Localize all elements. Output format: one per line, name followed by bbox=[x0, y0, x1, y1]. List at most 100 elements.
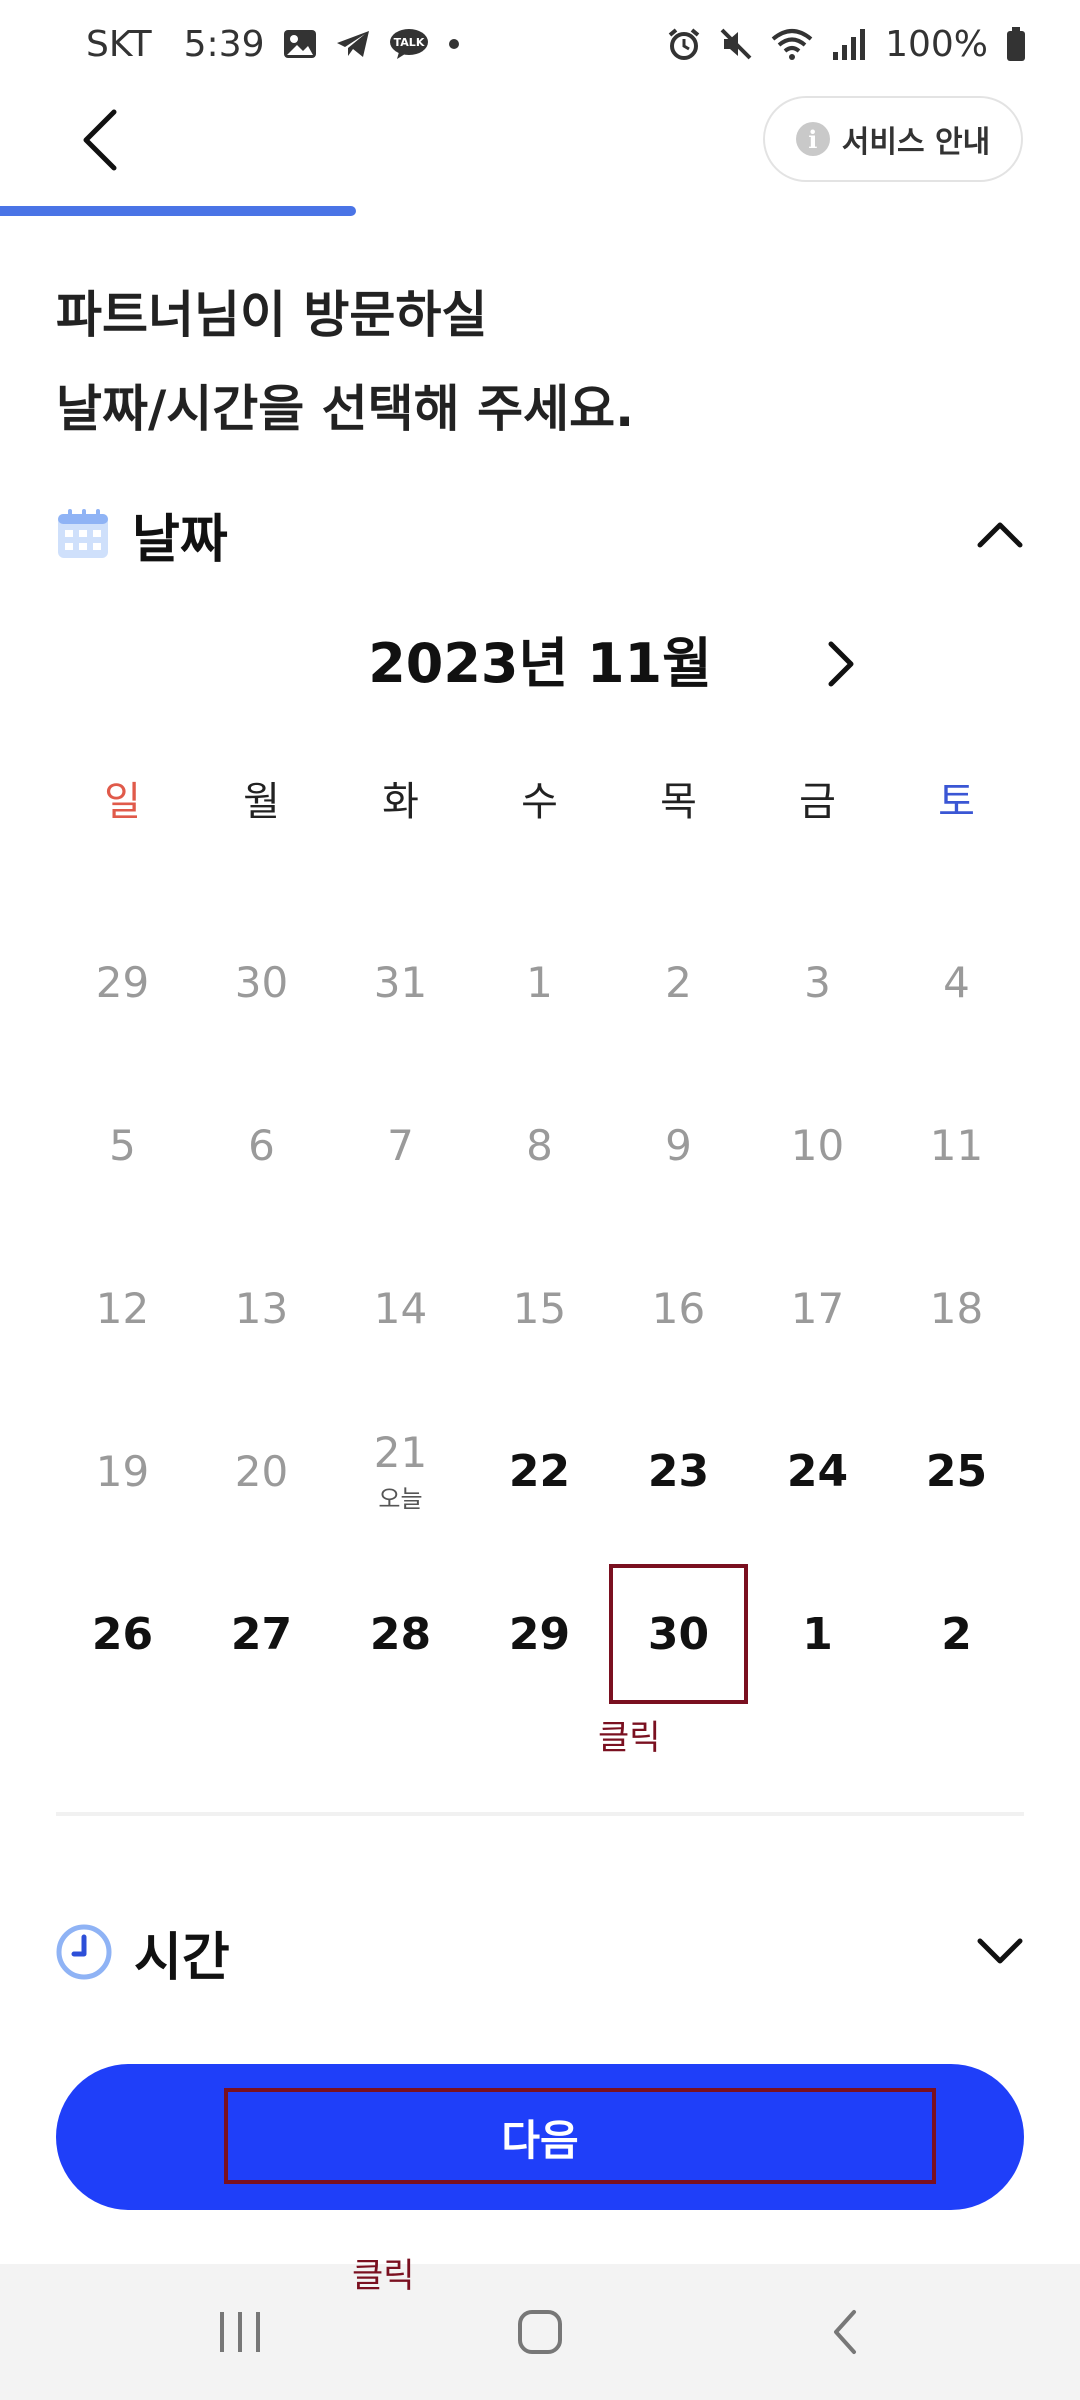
calendar-day-number: 1 bbox=[802, 1608, 833, 1660]
carrier-label: SKT bbox=[86, 23, 152, 65]
calendar-day-number: 4 bbox=[943, 957, 970, 1007]
weekday-label: 토 bbox=[938, 779, 975, 825]
service-info-button[interactable]: i 서비스 안내 bbox=[763, 96, 1023, 182]
recent-apps-button[interactable] bbox=[190, 2292, 290, 2372]
calendar-day[interactable]: 25 bbox=[887, 1401, 1026, 1541]
status-bar: SKT 5:39 TALK 100% bbox=[0, 0, 1080, 88]
calendar-day-number: 23 bbox=[647, 1445, 710, 1497]
calendar-icon bbox=[58, 509, 108, 558]
calendar-day: 17 bbox=[748, 1238, 887, 1378]
calendar-day-number: 11 bbox=[929, 1120, 984, 1170]
calendar-day: 21 오늘 bbox=[331, 1401, 470, 1541]
calendar-day[interactable]: 26 bbox=[53, 1564, 192, 1704]
calendar-day-number: 26 bbox=[91, 1608, 154, 1660]
calendar-day[interactable]: 28 bbox=[331, 1564, 470, 1704]
calendar-day[interactable]: 27 bbox=[192, 1564, 331, 1704]
calendar-day-number: 6 bbox=[248, 1120, 275, 1170]
progress-fill bbox=[0, 206, 356, 216]
calendar-day-number: 14 bbox=[373, 1283, 428, 1333]
calendar-day-number: 17 bbox=[790, 1283, 845, 1333]
calendar-day: 7 bbox=[331, 1075, 470, 1215]
calendar-day: 11 bbox=[887, 1075, 1026, 1215]
service-info-label: 서비스 안내 bbox=[841, 125, 991, 160]
calendar-day-selected[interactable]: 30 bbox=[609, 1564, 748, 1704]
kakaotalk-icon: TALK bbox=[389, 28, 429, 60]
weekday-label: 목 bbox=[660, 779, 697, 825]
calendar-day-number: 29 bbox=[95, 957, 150, 1007]
calendar-day-number: 3 bbox=[804, 957, 831, 1007]
back-button[interactable] bbox=[60, 100, 140, 180]
calendar-day-number: 18 bbox=[929, 1283, 984, 1333]
progress-bar bbox=[0, 206, 1080, 216]
calendar-day-number: 10 bbox=[790, 1120, 845, 1170]
signal-icon bbox=[831, 28, 867, 60]
calendar-day-number: 22 bbox=[508, 1445, 571, 1497]
status-right: 100% bbox=[667, 24, 1026, 65]
calendar-day[interactable]: 29 bbox=[470, 1564, 609, 1704]
calendar-day[interactable]: 24 bbox=[748, 1401, 887, 1541]
system-back-button[interactable] bbox=[795, 2292, 895, 2372]
next-button-label: 다음 bbox=[501, 2115, 579, 2165]
home-icon bbox=[518, 2310, 562, 2354]
calendar-day-number: 16 bbox=[651, 1283, 706, 1333]
calendar-day-number: 21 bbox=[373, 1428, 428, 1477]
calendar-day: 8 bbox=[470, 1075, 609, 1215]
calendar-day-number: 30 bbox=[647, 1608, 710, 1660]
time-section-header[interactable]: 시간 bbox=[56, 1912, 1024, 1992]
calendar-day[interactable]: 22 bbox=[470, 1401, 609, 1541]
calendar-day: 12 bbox=[53, 1238, 192, 1378]
battery-icon bbox=[1006, 27, 1026, 61]
calendar-day-number: 27 bbox=[230, 1608, 293, 1660]
status-left: SKT 5:39 TALK bbox=[86, 24, 461, 65]
date-section-header[interactable]: 날짜 bbox=[56, 494, 1024, 574]
calendar-day: 30 bbox=[192, 912, 331, 1052]
month-navigation: 2023년 11월 bbox=[0, 624, 1080, 704]
next-click-annotation: 클릭 bbox=[352, 2256, 415, 2296]
calendar-day-number: 28 bbox=[369, 1608, 432, 1660]
date-section-label: 날짜 bbox=[132, 509, 228, 570]
calendar-day: 4 bbox=[887, 912, 1026, 1052]
chevron-right-icon bbox=[828, 641, 854, 687]
screen: SKT 5:39 TALK 100% i 서비스 안내 파트너님이 방문하실 날… bbox=[0, 0, 1080, 2400]
page-title-line1: 파트너님이 방문하실 bbox=[56, 286, 488, 344]
calendar-day: 31 bbox=[331, 912, 470, 1052]
calendar-day: 16 bbox=[609, 1238, 748, 1378]
weekday-header: 일월화수목금토 bbox=[0, 762, 1080, 842]
calendar-day[interactable]: 2 bbox=[887, 1564, 1026, 1704]
calendar-day: 20 bbox=[192, 1401, 331, 1541]
time-section-label: 시간 bbox=[134, 1927, 230, 1988]
page-title: 파트너님이 방문하실 날짜/시간을 선택해 주세요. bbox=[56, 268, 1016, 456]
recent-apps-icon bbox=[220, 2312, 260, 2352]
wifi-icon bbox=[771, 27, 813, 61]
calendar-day[interactable]: 23 bbox=[609, 1401, 748, 1541]
system-nav-bar: 클릭 bbox=[0, 2256, 1080, 2400]
calendar-day: 19 bbox=[53, 1401, 192, 1541]
weekday-label: 월 bbox=[243, 779, 280, 825]
calendar-day-number: 13 bbox=[234, 1283, 289, 1333]
calendar-day-number: 9 bbox=[665, 1120, 692, 1170]
page-title-line2: 날짜/시간을 선택해 주세요. bbox=[56, 380, 635, 438]
calendar-day[interactable]: 1 bbox=[748, 1564, 887, 1704]
next-month-button[interactable] bbox=[800, 624, 880, 704]
weekday-label: 금 bbox=[799, 779, 836, 825]
calendar-day-number: 7 bbox=[387, 1120, 414, 1170]
calendar-day-number: 30 bbox=[234, 957, 289, 1007]
next-button[interactable]: 다음 bbox=[56, 2064, 1024, 2210]
calendar-day: 1 bbox=[470, 912, 609, 1052]
telegram-icon bbox=[335, 29, 371, 59]
weekday-label: 일 bbox=[104, 779, 141, 825]
back-arrow-icon bbox=[834, 2310, 856, 2354]
calendar-day: 6 bbox=[192, 1075, 331, 1215]
today-label: 오늘 bbox=[378, 1485, 423, 1513]
info-icon: i bbox=[795, 122, 830, 156]
dot-icon bbox=[447, 37, 461, 51]
calendar-day: 18 bbox=[887, 1238, 1026, 1378]
calendar-day: 13 bbox=[192, 1238, 331, 1378]
mute-icon bbox=[719, 27, 753, 61]
weekday-label: 수 bbox=[521, 779, 558, 825]
calendar-day-number: 2 bbox=[665, 957, 692, 1007]
section-divider bbox=[56, 1812, 1024, 1816]
date-section-title: 날짜 bbox=[56, 497, 228, 572]
home-button[interactable] bbox=[490, 2292, 590, 2372]
calendar-day-number: 31 bbox=[373, 957, 428, 1007]
